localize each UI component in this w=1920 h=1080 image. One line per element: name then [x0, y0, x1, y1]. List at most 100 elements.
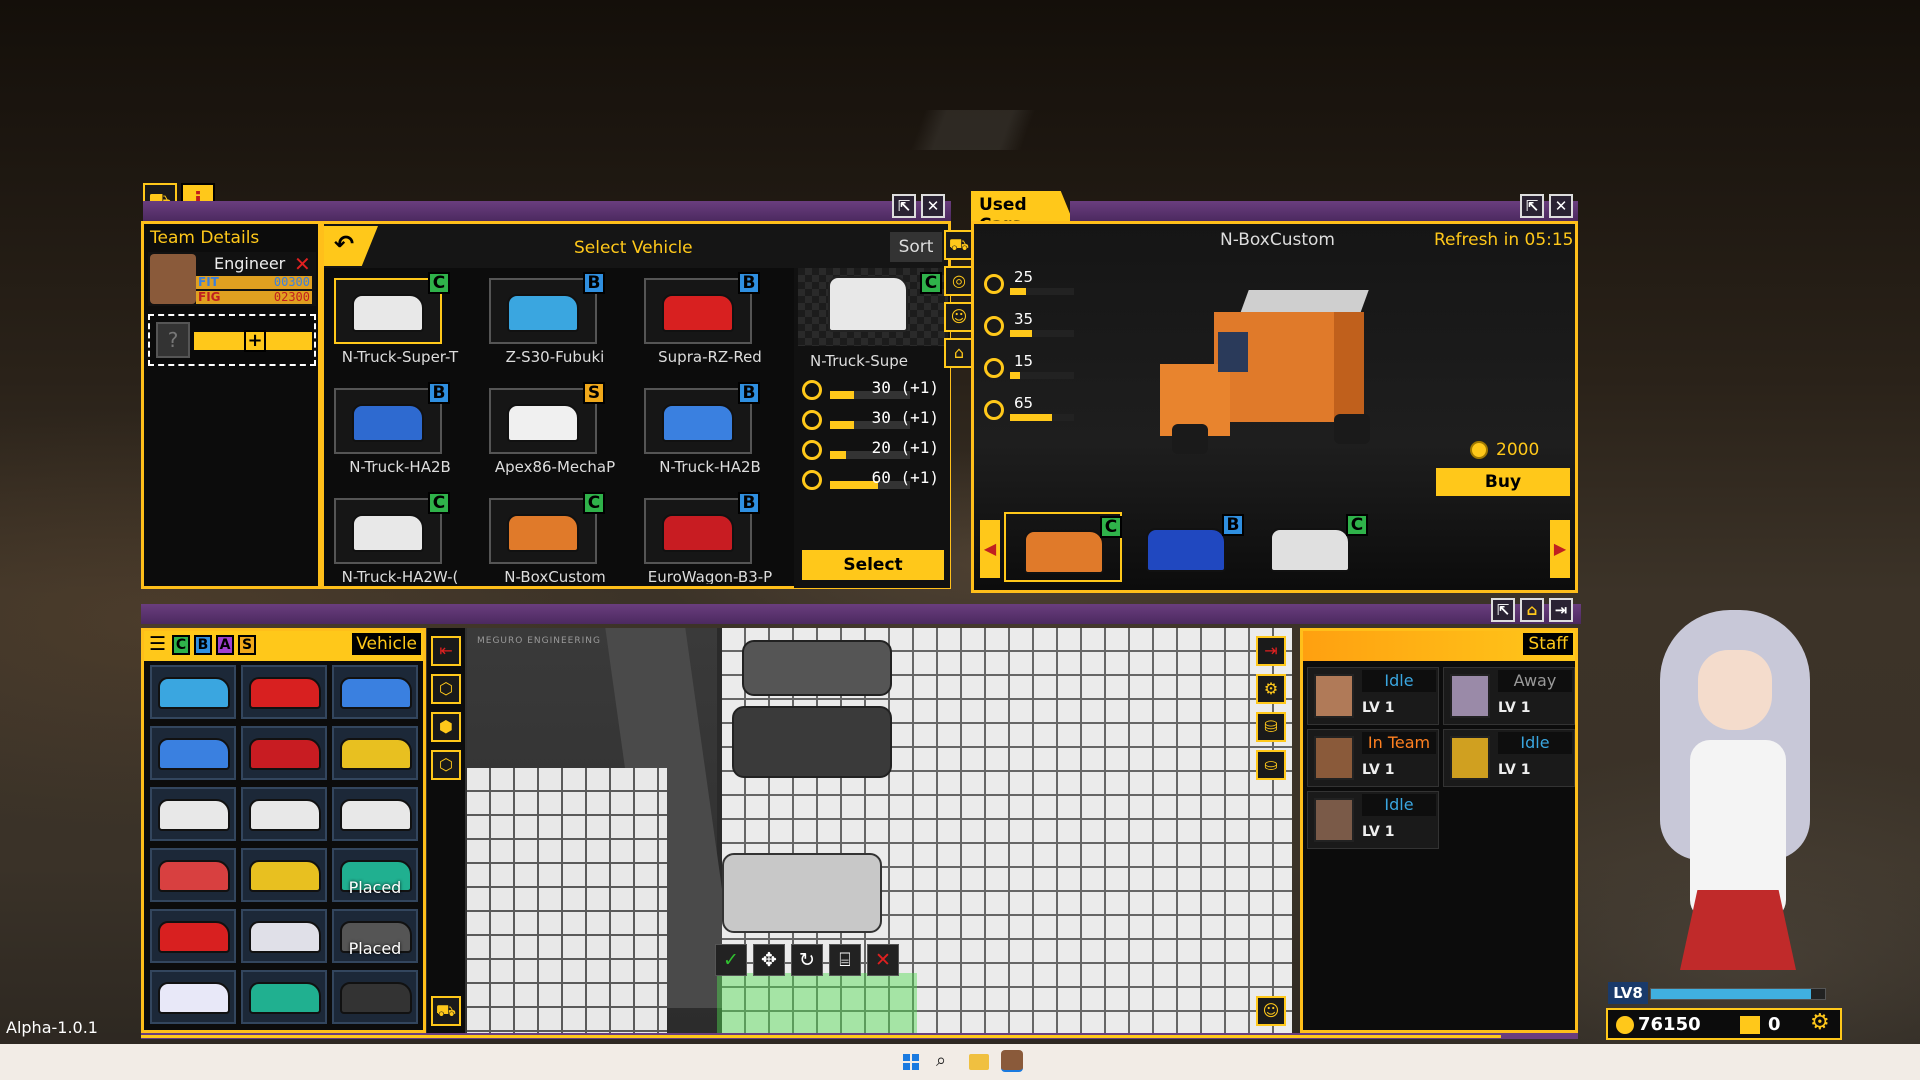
inventory-vehicle[interactable] [332, 787, 418, 841]
carousel-next-button[interactable]: ▶ [1550, 520, 1570, 578]
garage-collapse-icon[interactable]: ⇱ [1491, 598, 1515, 622]
hex-tool-3-icon[interactable]: ⬡ [431, 750, 461, 780]
carousel-item[interactable]: C [1004, 512, 1122, 582]
filter-b[interactable]: B [194, 635, 212, 655]
vehicle-car [507, 294, 579, 332]
collapse-left-icon[interactable]: ⇤ [431, 636, 461, 666]
file-explorer-icon[interactable] [969, 1054, 989, 1070]
vehicle-preview: C N-Truck-Supe 30 (+1) 30 (+1) 20 (+1) 60 (… [794, 268, 950, 588]
garage-titlebar[interactable] [141, 604, 1581, 624]
confirm-placement-button[interactable]: ✓ [715, 944, 747, 976]
inventory-vehicle[interactable] [150, 787, 236, 841]
people-icon[interactable]: ☺ [944, 302, 974, 332]
remove-member-icon[interactable]: ✕ [294, 252, 311, 276]
vehicle-card[interactable]: B N-Truck-HA2B [634, 374, 786, 482]
inventory-tab-label[interactable]: Vehicle [352, 633, 421, 655]
game-app-icon[interactable] [1001, 1050, 1023, 1072]
dealer-tool-icon[interactable]: ⛟ [431, 996, 461, 1026]
windows-start-icon[interactable] [903, 1054, 919, 1070]
used-cars-collapse-icon[interactable]: ⇱ [1520, 194, 1544, 218]
inventory-vehicle[interactable] [150, 970, 236, 1024]
vehicle-card[interactable]: B Supra-RZ-Red [634, 268, 786, 372]
inventory-vehicle[interactable] [241, 787, 327, 841]
staff-card[interactable]: Idle LV 1 [1307, 791, 1439, 849]
team-window-titlebar[interactable] [143, 201, 951, 221]
inventory-vehicle[interactable] [150, 848, 236, 902]
wheel-icon[interactable]: ◎ [944, 266, 974, 296]
select-button[interactable]: Select [802, 550, 944, 580]
vehicle-card[interactable]: C N-Truck-Super-T [324, 268, 476, 372]
lift-tool-icon[interactable]: ⛁ [1256, 712, 1286, 742]
garage-exit-icon[interactable]: ⇥ [1549, 598, 1573, 622]
menu-icon[interactable]: ☰ [149, 633, 166, 655]
grade-badge: B [583, 272, 605, 294]
settings-gear-icon[interactable]: ⚙ [1810, 1010, 1830, 1035]
taskbar-search-icon[interactable]: ⌕ [936, 1050, 946, 1071]
staff-panel: Staff Idle LV 1 Away LV 1 In Team LV 1 Idle LV … [1300, 628, 1578, 1033]
filter-s[interactable]: S [238, 635, 256, 655]
rotate-button[interactable]: ↻ [791, 944, 823, 976]
vehicle-card[interactable]: B EuroWagon-B3-P [634, 484, 786, 584]
collapse-right-icon[interactable]: ⇥ [1256, 636, 1286, 666]
inventory-vehicle[interactable] [332, 726, 418, 780]
close-icon[interactable]: ✕ [921, 194, 945, 218]
inventory-vehicle[interactable] [241, 909, 327, 963]
carousel-prev-button[interactable]: ◀ [980, 520, 1000, 578]
used-cars-close-icon[interactable]: ✕ [1549, 194, 1573, 218]
placing-car[interactable] [722, 853, 882, 933]
grade-badge: B [738, 382, 760, 404]
add-member-icon[interactable]: + [244, 330, 266, 352]
inventory-vehicle[interactable] [241, 726, 327, 780]
team-member-card[interactable]: Engineer ✕ FIT 00300 FIG 02300 [148, 252, 316, 306]
staff-card[interactable]: Idle LV 1 [1307, 667, 1439, 725]
inventory-car [158, 738, 230, 770]
carousel-item[interactable]: C [1252, 512, 1370, 582]
vehicle-card[interactable]: C N-Truck-HA2W-( [324, 484, 476, 584]
inventory-vehicle[interactable] [150, 726, 236, 780]
used-cars-titlebar[interactable] [1070, 201, 1578, 221]
inventory-vehicle[interactable] [332, 970, 418, 1024]
inventory-vehicle[interactable]: Placed [332, 909, 418, 963]
parked-car-1 [742, 640, 892, 696]
vehicle-card[interactable]: B N-Truck-HA2B [324, 374, 476, 482]
inventory-vehicle[interactable] [241, 848, 327, 902]
inventory-vehicle[interactable]: Placed [332, 848, 418, 902]
buy-button[interactable]: Buy [1436, 468, 1570, 496]
vehicle-card[interactable]: C N-BoxCustom [479, 484, 631, 584]
staff-card[interactable]: In Team LV 1 [1307, 729, 1439, 787]
carousel-item[interactable]: B [1128, 512, 1246, 582]
store-button[interactable]: ⌸ [829, 944, 861, 976]
inventory-vehicle[interactable] [241, 970, 327, 1024]
staff-card[interactable]: Idle LV 1 [1443, 729, 1575, 787]
hex-tool-1-icon[interactable]: ⬡ [431, 674, 461, 704]
move-button[interactable]: ✥ [753, 944, 785, 976]
vehicle-card[interactable]: S Apex86-MechaP [479, 374, 631, 482]
filter-c[interactable]: C [172, 635, 190, 655]
inventory-vehicle[interactable] [150, 665, 236, 719]
home-icon[interactable]: ⌂ [944, 338, 974, 368]
filter-a[interactable]: A [216, 635, 234, 655]
garage-home-icon[interactable]: ⌂ [1520, 598, 1544, 622]
dealer-icon[interactable]: ⛟ [944, 230, 974, 260]
wrench-tool-icon[interactable]: ⚙ [1256, 674, 1286, 704]
carousel-car [1024, 530, 1104, 574]
preview-stats: 30 (+1) 30 (+1) 20 (+1) 60 (+1) [794, 378, 950, 490]
stat-row: 65 [984, 394, 1094, 424]
stat-value: 65 [1014, 394, 1034, 412]
staff-card[interactable]: Away LV 1 [1443, 667, 1575, 725]
inventory-vehicle[interactable] [241, 665, 327, 719]
empty-team-slot[interactable]: ? + [148, 314, 316, 366]
fig-label: FIG [198, 290, 221, 304]
storage-tool-icon[interactable]: ⛀ [1256, 750, 1286, 780]
staff-tool-icon[interactable]: ☺ [1256, 996, 1286, 1026]
vehicle-card[interactable]: B Z-S30-Fubuki [479, 268, 631, 372]
inventory-vehicle[interactable] [150, 909, 236, 963]
fuel-icon [984, 400, 1004, 420]
cancel-placement-button[interactable]: ✕ [867, 944, 899, 976]
hex-tool-2-icon[interactable]: ⬢ [431, 712, 461, 742]
inventory-vehicle[interactable] [332, 665, 418, 719]
used-cars-tab[interactable]: Used Cars [971, 191, 1073, 221]
collapse-icon[interactable]: ⇱ [892, 194, 916, 218]
garage-view[interactable]: MEGURO ENGINEERING ✓ ✥ ↻ ⌸ ✕ [467, 628, 1292, 1033]
sort-button[interactable]: Sort [890, 232, 942, 262]
